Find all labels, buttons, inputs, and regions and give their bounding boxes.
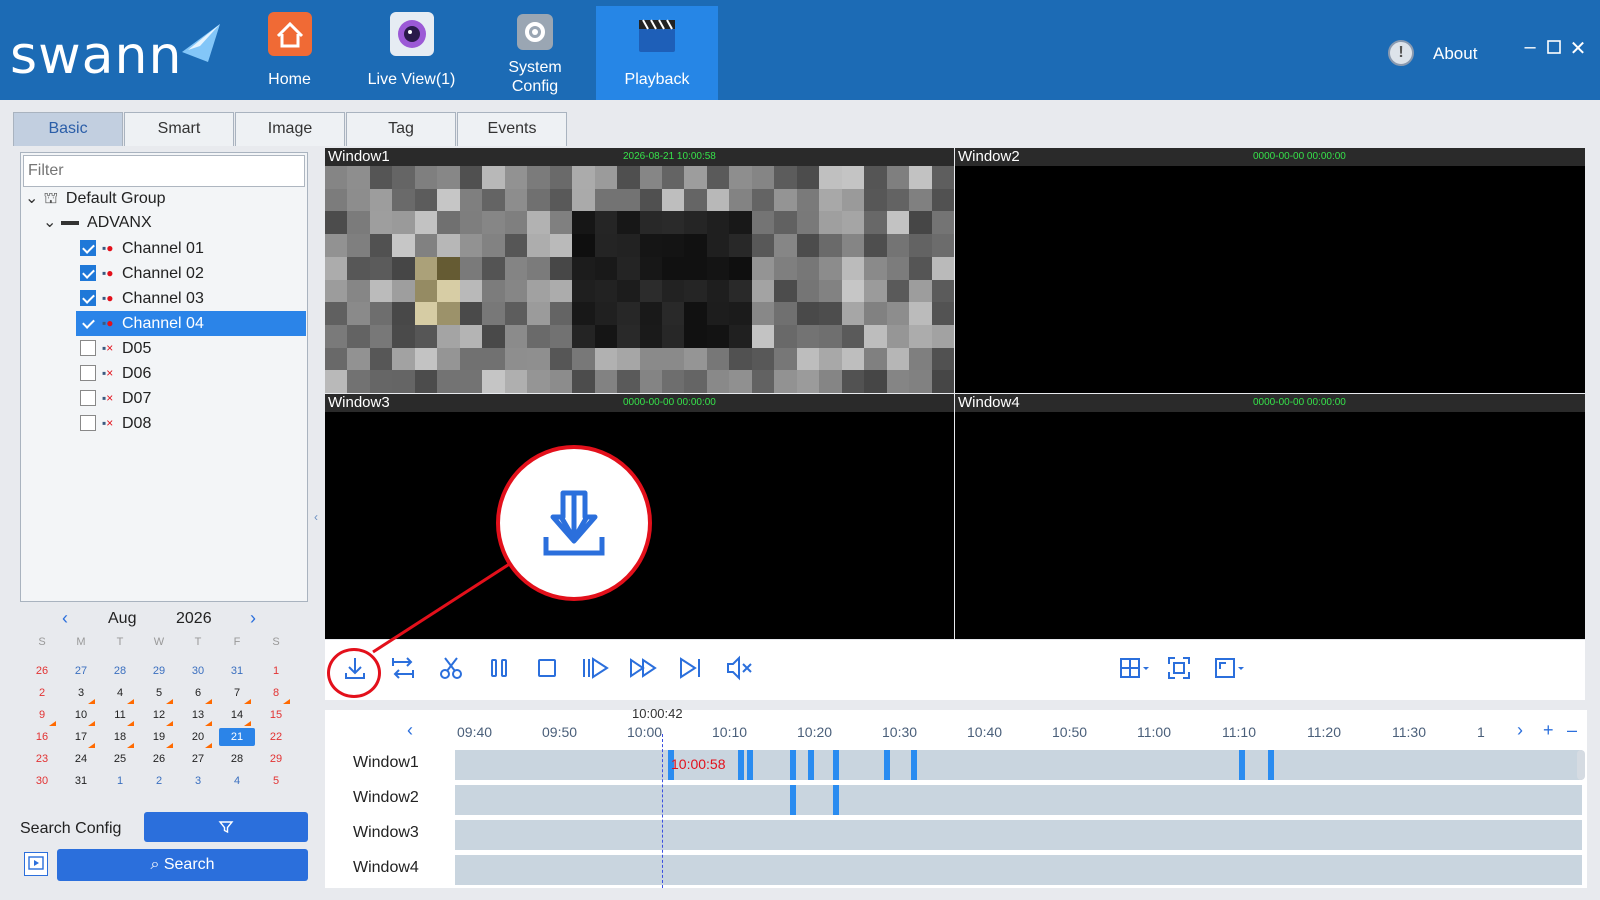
download-icon bbox=[543, 490, 605, 556]
download-highlight-ring bbox=[327, 648, 381, 698]
download-zoom-callout bbox=[496, 445, 652, 601]
callout-connector bbox=[372, 561, 512, 654]
playback-app: swann Home Live View(1) System Config Pl… bbox=[0, 0, 1600, 900]
